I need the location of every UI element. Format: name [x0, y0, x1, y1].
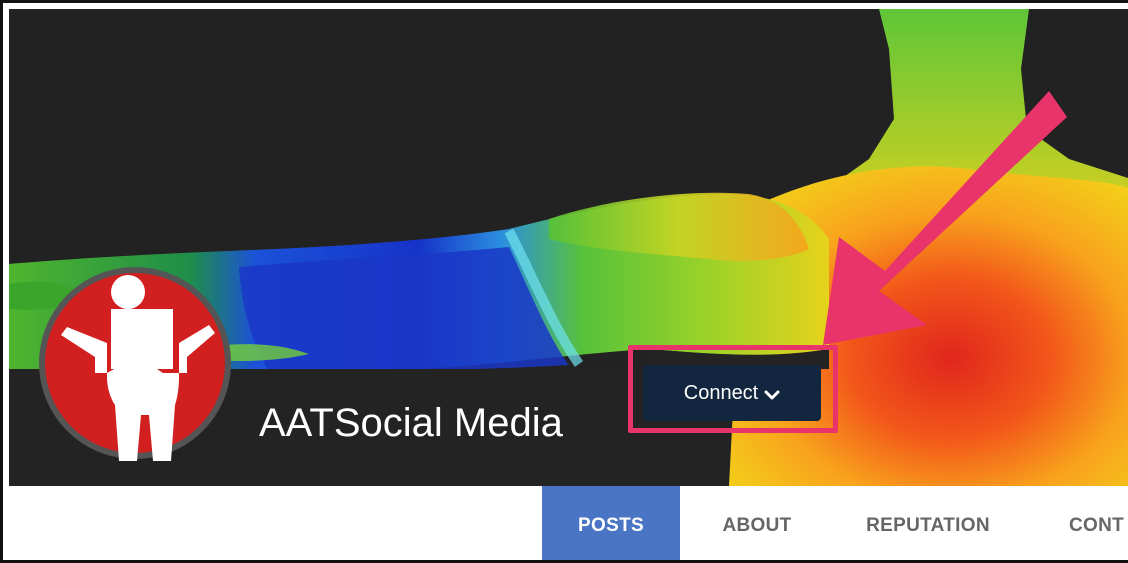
tab-about[interactable]: ABOUT [697, 486, 817, 560]
tab-reputation[interactable]: REPUTATION [839, 486, 1017, 560]
tab-contact[interactable]: CONT [1069, 486, 1128, 560]
connect-button[interactable]: Connect [643, 365, 821, 421]
screenshot-frame: AATSocial Media Connect POSTS ABOUT REPU… [0, 0, 1128, 563]
profile-tabs: POSTS ABOUT REPUTATION CONT [9, 486, 1128, 560]
tab-posts[interactable]: POSTS [542, 486, 680, 560]
profile-name: AATSocial Media [259, 401, 563, 445]
chevron-down-icon [764, 390, 780, 399]
connect-label: Connect [683, 381, 759, 404]
accessibility-person-icon [39, 267, 231, 461]
avatar[interactable] [37, 265, 233, 461]
